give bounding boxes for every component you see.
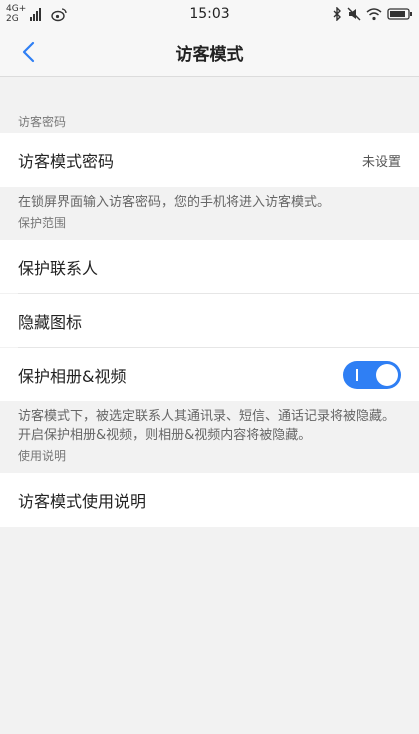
wifi-icon [366,7,382,20]
toggle-knob [376,363,398,386]
protection-description: 访客模式下，被选定联系人其通讯录、短信、通话记录将被隐藏。开启保护相册&视频，则… [18,409,396,443]
section-label-password: 访客密码 [18,115,67,129]
hide-icons-row[interactable]: 隐藏图标 [0,294,419,347]
status-icons [332,7,413,21]
network-bottom-label: 2G [6,14,19,24]
back-button[interactable] [14,38,42,66]
toggle-on-indicator [356,368,358,381]
status-bar: 4G+ 2G 15:03 [0,0,419,28]
battery-icon [387,8,412,20]
usage-instructions-label: 访客模式使用说明 [18,492,147,511]
protect-contacts-label: 保护联系人 [18,258,99,278]
protect-album-video-row: 保护相册&视频 [0,348,419,401]
mute-icon [347,7,361,21]
network-top-label: 4G+ [6,4,27,14]
guest-password-label: 访客模式密码 [18,152,115,171]
network-type: 4G+ 2G [6,4,26,24]
section-label-protection: 保护范围 [18,216,67,230]
guest-password-status: 未设置 [361,154,401,170]
hide-icons-label: 隐藏图标 [18,312,83,332]
bluetooth-icon [333,7,341,21]
password-description: 在锁屏界面输入访客密码，您的手机将进入访客模式。 [18,195,331,210]
guest-password-row[interactable]: 访客模式密码 未设置 [0,133,419,187]
protect-album-video-toggle[interactable] [343,360,401,389]
protect-contacts-row[interactable]: 保护联系人 [0,240,419,293]
signal-icon [30,7,42,21]
usage-instructions-row[interactable]: 访客模式使用说明 [0,473,419,527]
protect-album-video-label: 保护相册&视频 [18,366,127,386]
chevron-left-icon [22,41,35,63]
section-label-usage: 使用说明 [18,449,67,463]
nav-bar: 访客模式 [0,28,419,77]
weibo-icon [51,8,67,22]
page-title: 访客模式 [175,44,244,65]
